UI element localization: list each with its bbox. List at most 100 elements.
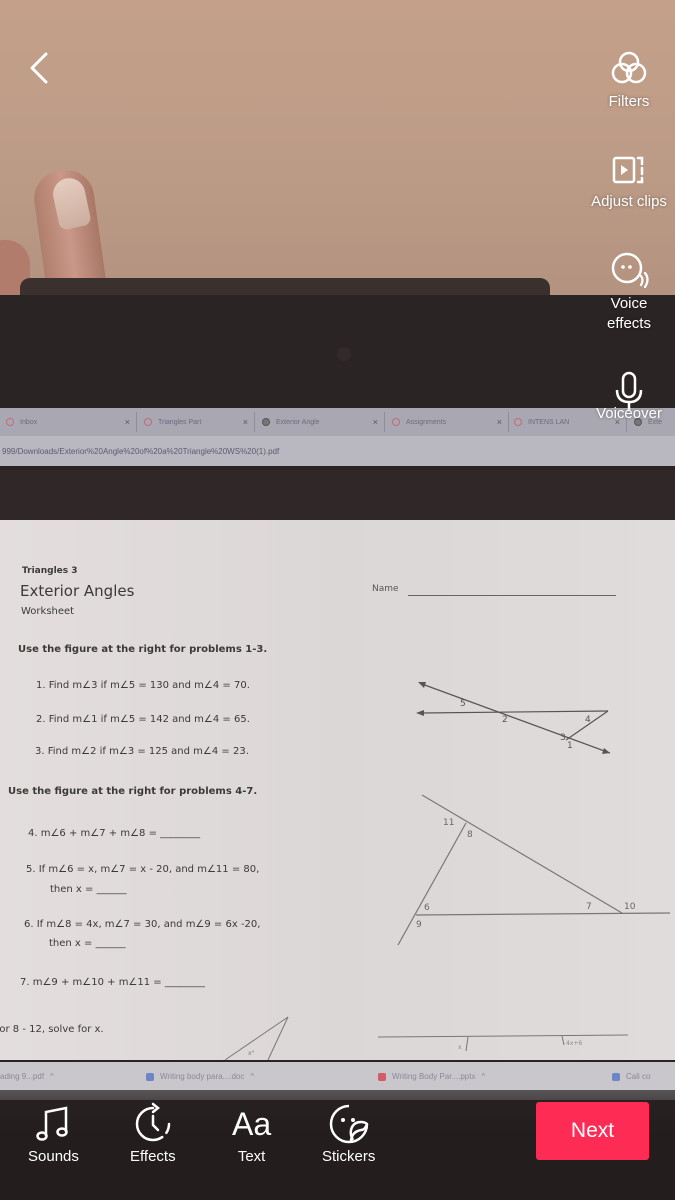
angle-label: 4x+6	[566, 1040, 582, 1047]
effects-label: Effects	[130, 1148, 176, 1165]
download-name: Writing Body Par....pptx	[392, 1072, 476, 1081]
angle-label: x°	[248, 1050, 255, 1057]
webcam	[337, 347, 351, 361]
worksheet-subtitle: Worksheet	[21, 606, 75, 617]
name-label: Name	[372, 584, 399, 594]
name-line	[408, 595, 616, 596]
browser-tab-bar: Inbox × Triangles Part × Exterior Angle …	[0, 408, 675, 436]
download-item: ading 9...pdf ^	[0, 1072, 54, 1081]
arrow-head-icon	[418, 682, 426, 688]
transversal-line	[421, 683, 610, 754]
stickers-button[interactable]: Stickers	[322, 1100, 375, 1165]
figure-triangle-3: x°	[224, 1016, 289, 1061]
angle-label: 6	[424, 903, 430, 913]
effects-button[interactable]: Effects	[130, 1100, 176, 1165]
problem-2: 2. Find m∠1 if m∠5 = 142 and m∠4 = 65.	[36, 714, 250, 725]
tab-close-icon: ×	[372, 417, 378, 427]
section-instructions: Use the figure at the right for problems…	[18, 644, 268, 655]
tab-title: Exterior Angle	[276, 418, 320, 426]
figure-triangle-1: 5 2 4 3 1	[416, 682, 610, 754]
problem-5: 5. If m∠6 = x, m∠7 = x - 20, and m∠11 = …	[26, 864, 260, 875]
sounds-button[interactable]: Sounds	[28, 1100, 79, 1165]
tab-title: INTENS LAN	[528, 418, 570, 426]
adjust-clips-button[interactable]: Adjust clips	[584, 152, 674, 212]
section-instructions: Use the figure at the right for problems…	[8, 786, 258, 797]
voice-effects-icon	[611, 252, 649, 289]
filters-icon	[611, 51, 647, 84]
tab-favicon-icon	[392, 418, 400, 426]
voiceover-label: Voiceover	[596, 405, 662, 422]
tab-title: Triangles Part	[158, 418, 202, 426]
sounds-label: Sounds	[28, 1148, 79, 1165]
angle-label: 8	[467, 830, 473, 840]
problem-4: 4. m∠6 + m∠7 + m∠8 = ________	[28, 828, 201, 839]
browser-tab: Assignments ×	[386, 412, 509, 432]
pdf-viewer-toolbar	[0, 470, 675, 520]
voice-effects-label: effects	[607, 315, 651, 332]
filters-button[interactable]: Filters	[584, 48, 674, 112]
figure-line-4: x 4x+6	[377, 1034, 629, 1052]
angle-label: 10	[624, 902, 636, 912]
angle-label: 3	[560, 733, 566, 743]
effects-timer-icon	[135, 1102, 171, 1142]
browser-tab: Inbox ×	[0, 412, 137, 432]
problem-6-answer: then x = ______	[49, 938, 126, 949]
angle-label: 7	[586, 902, 592, 912]
voice-effects-label: Voice	[610, 295, 648, 312]
problem-3: 3. Find m∠2 if m∠3 = 125 and m∠4 = 23.	[35, 746, 249, 757]
worksheet-title: Exterior Angles	[20, 582, 135, 600]
voice-effects-button[interactable]: Voice effects	[584, 250, 674, 334]
triangle-side	[421, 794, 623, 914]
download-name: Writing body para....doc	[160, 1072, 245, 1081]
triangle-side	[397, 822, 467, 945]
text-button[interactable]: Aa Text	[232, 1100, 272, 1166]
browser-tab: Exterior Angle ×	[256, 412, 385, 432]
problem-6: 6. If m∠8 = 4x, m∠7 = 30, and m∠9 = 6x -…	[24, 919, 261, 930]
tab-favicon-icon	[144, 418, 152, 426]
tab-close-icon: ×	[496, 417, 502, 427]
angle-label: 2	[502, 715, 508, 725]
stickers-label: Stickers	[322, 1148, 376, 1165]
powerpoint-file-icon	[378, 1072, 386, 1081]
angle-label: x	[458, 1044, 462, 1051]
problem-7: 7. m∠9 + m∠10 + m∠11 = ________	[20, 977, 205, 988]
adjust-clips-icon	[612, 156, 644, 184]
parallel-line	[421, 710, 609, 714]
arrow-head-icon	[602, 748, 610, 754]
text-label: Text	[237, 1148, 266, 1165]
download-name: ading 9...pdf	[0, 1072, 45, 1081]
angle-label: 9	[416, 920, 422, 930]
tab-favicon-icon	[6, 418, 14, 426]
browser-tab: Triangles Part ×	[138, 412, 255, 432]
music-note-icon	[36, 1106, 69, 1141]
problem-1: 1. Find m∠3 if m∠5 = 130 and m∠4 = 70.	[36, 680, 250, 691]
angle-label: 1	[567, 741, 573, 751]
figure-triangle-2: 11 8 6 9 7 10	[397, 794, 671, 945]
browser-url-bar: 999/Downloads/Exterior%20Angle%20of%20a%…	[0, 436, 675, 466]
sticker-icon	[329, 1104, 368, 1144]
tab-title: Inbox	[20, 418, 38, 426]
next-button[interactable]: Next	[536, 1102, 649, 1160]
triangle-base-line	[415, 912, 671, 916]
section-instructions: For 8 - 12, solve for x.	[0, 1024, 104, 1035]
word-file-icon	[146, 1072, 154, 1081]
tab-favicon-icon	[514, 418, 522, 426]
problem-5-answer: then x = ______	[50, 884, 127, 895]
download-item: Writing body para....doc ^	[146, 1072, 254, 1081]
download-name: Cali co	[626, 1072, 651, 1081]
angle-label: 11	[443, 818, 454, 828]
url-text: 999/Downloads/Exterior%20Angle%20of%20a%…	[2, 446, 280, 456]
worksheet-series: Triangles 3	[22, 566, 78, 576]
tab-close-icon: ×	[124, 417, 130, 427]
tab-title: Assignments	[406, 418, 447, 426]
chevron-left-icon	[30, 52, 48, 84]
text-aa-icon: Aa	[232, 1105, 272, 1142]
word-file-icon	[612, 1072, 620, 1081]
tab-favicon-icon	[262, 418, 270, 426]
angle-label: 4	[585, 715, 591, 725]
tab-close-icon: ×	[242, 417, 248, 427]
adjust-clips-label: Adjust clips	[591, 193, 667, 210]
voiceover-button[interactable]: Voiceover	[584, 370, 674, 424]
download-item: Writing Body Par....pptx ^	[378, 1072, 485, 1081]
back-button[interactable]	[22, 48, 56, 88]
